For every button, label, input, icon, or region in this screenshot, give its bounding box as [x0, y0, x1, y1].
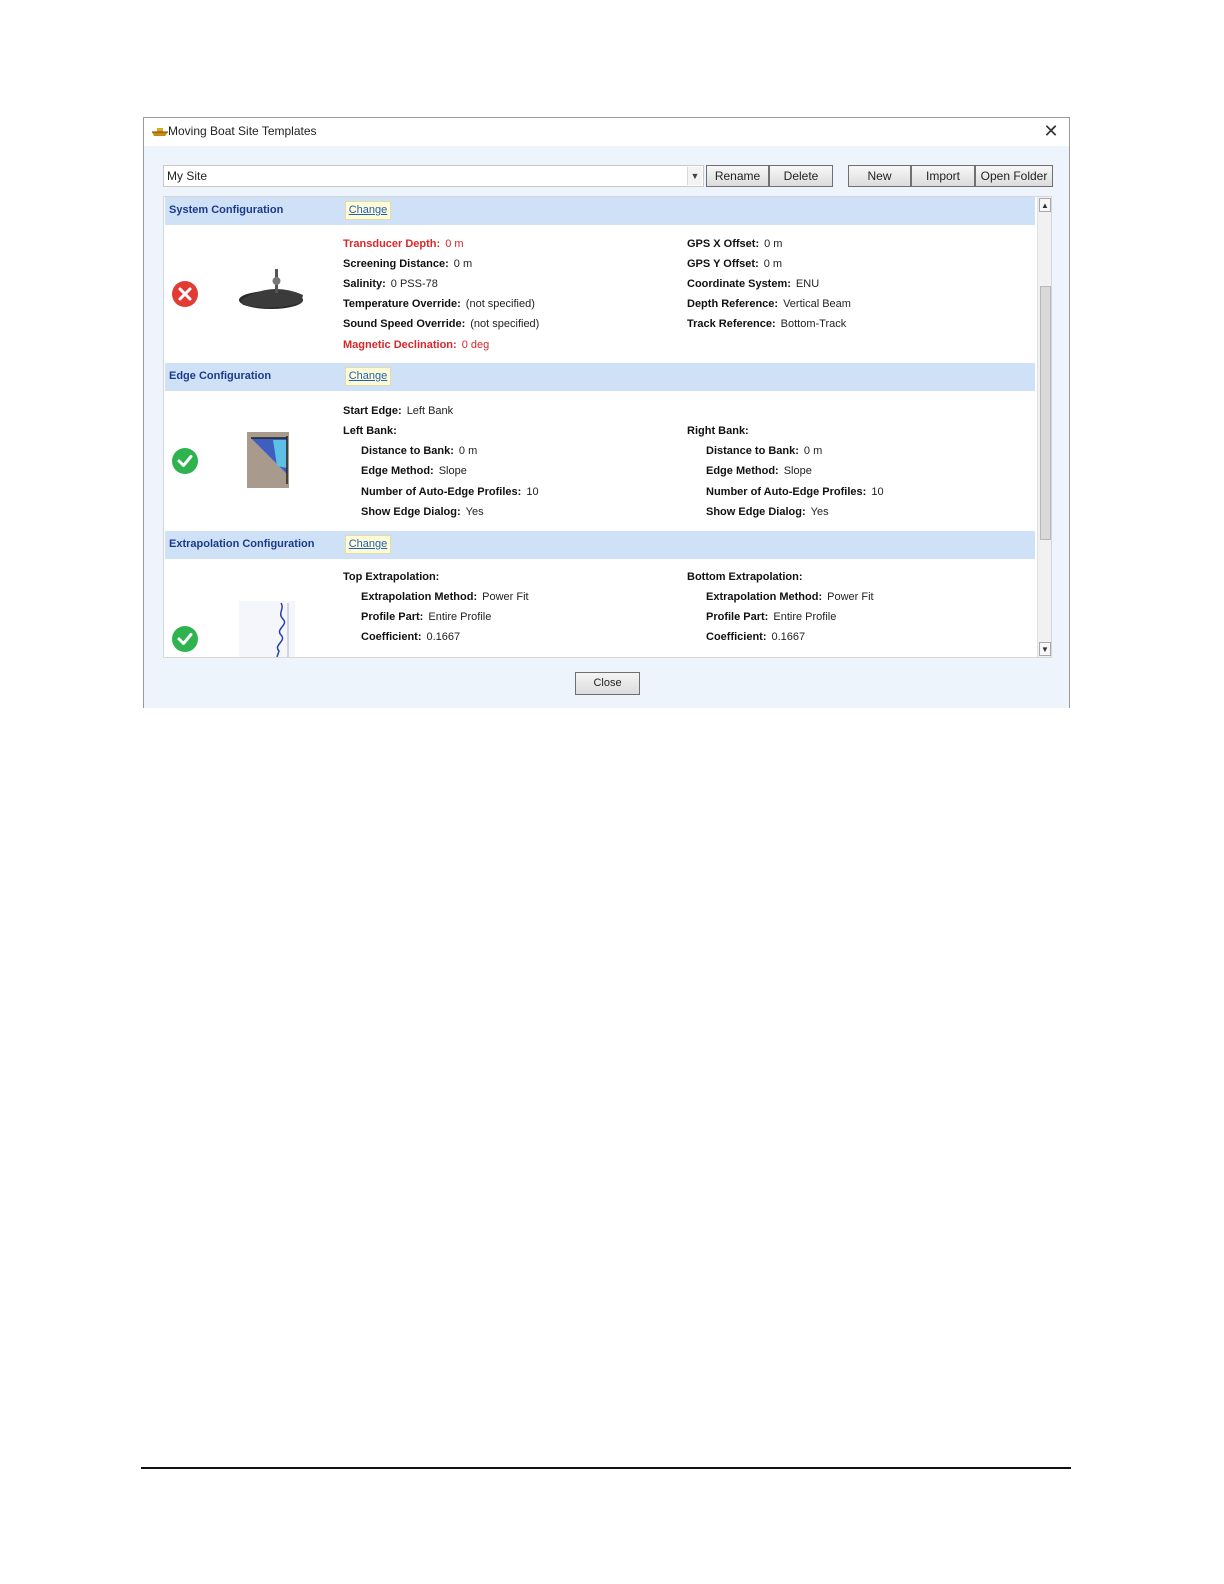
system-right-prop-0: GPS X Offset: 0 m: [687, 238, 783, 250]
edge-change-link[interactable]: Change: [345, 367, 391, 386]
window-title: Moving Boat Site Templates: [168, 124, 317, 138]
system-left-prop-2: Salinity: 0 PSS-78: [343, 278, 438, 290]
close-button[interactable]: Close: [575, 672, 640, 695]
right-bank-prop-1: Edge Method: Slope: [706, 465, 812, 477]
site-template-dropdown[interactable]: My Site ▼: [163, 165, 704, 187]
vertical-scrollbar[interactable]: ▲ ▼: [1037, 197, 1051, 657]
open-folder-button[interactable]: Open Folder: [975, 165, 1053, 187]
boat-thumbnail: [239, 269, 303, 309]
dialog-client-area: My Site ▼ Rename Delete New Import Open …: [144, 146, 1069, 708]
right-bank-prop-0: Distance to Bank: 0 m: [706, 445, 823, 457]
system-configuration-header: System Configuration Change: [165, 197, 1035, 225]
site-templates-dialog: Moving Boat Site Templates ✕ My Site ▼ R…: [143, 117, 1070, 708]
extrapolation-configuration-header: Extrapolation Configuration Change: [165, 531, 1035, 559]
extrapolation-change-link[interactable]: Change: [345, 535, 391, 554]
rename-button[interactable]: Rename: [706, 165, 769, 187]
left-bank-prop-2: Number of Auto-Edge Profiles: 10: [361, 486, 539, 498]
edge-configuration-body: Start Edge: Left Bank Left Bank: Distance…: [165, 391, 1035, 531]
edge-bank-thumbnail: [247, 432, 289, 488]
system-change-link[interactable]: Change: [345, 201, 391, 220]
system-left-prop-5: Magnetic Declination: 0 deg: [343, 339, 490, 351]
left-bank-prop-1: Edge Method: Slope: [361, 465, 467, 477]
page-footer-rule: [141, 1467, 1071, 1469]
left-bank-heading: Left Bank:: [343, 425, 397, 437]
edge-configuration-header: Edge Configuration Change: [165, 363, 1035, 391]
right-bank-heading: Right Bank:: [687, 425, 749, 437]
system-right-prop-2: Coordinate System: ENU: [687, 278, 820, 290]
bottom-extrapolation-prop-2: Coefficient: 0.1667: [706, 631, 806, 643]
system-right-prop-3: Depth Reference: Vertical Beam: [687, 298, 851, 310]
system-right-prop-1: GPS Y Offset: 0 m: [687, 258, 783, 270]
top-extrapolation-prop-2: Coefficient: 0.1667: [361, 631, 461, 643]
new-button[interactable]: New: [848, 165, 911, 187]
system-left-prop-3: Temperature Override: (not specified): [343, 298, 535, 310]
boat-icon: [152, 128, 168, 136]
system-configuration-body: Transducer Depth: 0 m Screening Distance:…: [165, 225, 1035, 363]
system-left-prop-0: Transducer Depth: 0 m: [343, 238, 464, 250]
scroll-down-icon[interactable]: ▼: [1039, 642, 1051, 656]
right-bank-prop-3: Show Edge Dialog: Yes: [706, 506, 829, 518]
system-left-prop-1: Screening Distance: 0 m: [343, 258, 473, 270]
system-left-prop-4: Sound Speed Override: (not specified): [343, 318, 540, 330]
configuration-scroll-panel[interactable]: System Configuration Change Transducer D…: [163, 196, 1052, 658]
velocity-profile-thumbnail: [239, 601, 295, 657]
close-window-icon[interactable]: ✕: [1041, 121, 1061, 141]
title-bar: Moving Boat Site Templates ✕: [144, 118, 1069, 146]
top-extrapolation-prop-1: Profile Part: Entire Profile: [361, 611, 492, 623]
system-right-prop-4: Track Reference: Bottom-Track: [687, 318, 847, 330]
bottom-extrapolation-heading: Bottom Extrapolation:: [687, 571, 803, 583]
right-bank-prop-2: Number of Auto-Edge Profiles: 10: [706, 486, 884, 498]
scroll-up-icon[interactable]: ▲: [1039, 198, 1051, 212]
left-bank-prop-3: Show Edge Dialog: Yes: [361, 506, 484, 518]
top-extrapolation-heading: Top Extrapolation:: [343, 571, 440, 583]
site-template-value: My Site: [167, 169, 208, 183]
edge-configuration-title: Edge Configuration: [169, 370, 272, 382]
bottom-extrapolation-prop-1: Profile Part: Entire Profile: [706, 611, 837, 623]
check-circle-icon: [172, 626, 198, 652]
extrapolation-configuration-title: Extrapolation Configuration: [169, 538, 315, 550]
check-circle-icon: [172, 448, 198, 474]
start-edge-prop: Start Edge: Left Bank: [343, 405, 454, 417]
left-bank-prop-0: Distance to Bank: 0 m: [361, 445, 478, 457]
import-button[interactable]: Import: [911, 165, 975, 187]
error-x-circle-icon: [172, 281, 198, 307]
extrapolation-configuration-body: Top Extrapolation: Extrapolation Method:…: [165, 559, 1035, 657]
system-configuration-title: System Configuration: [169, 204, 284, 216]
bottom-extrapolation-prop-0: Extrapolation Method: Power Fit: [706, 591, 874, 603]
scrollbar-thumb[interactable]: [1040, 286, 1051, 540]
top-extrapolation-prop-0: Extrapolation Method: Power Fit: [361, 591, 529, 603]
chevron-down-icon[interactable]: ▼: [687, 167, 702, 185]
delete-button[interactable]: Delete: [769, 165, 833, 187]
